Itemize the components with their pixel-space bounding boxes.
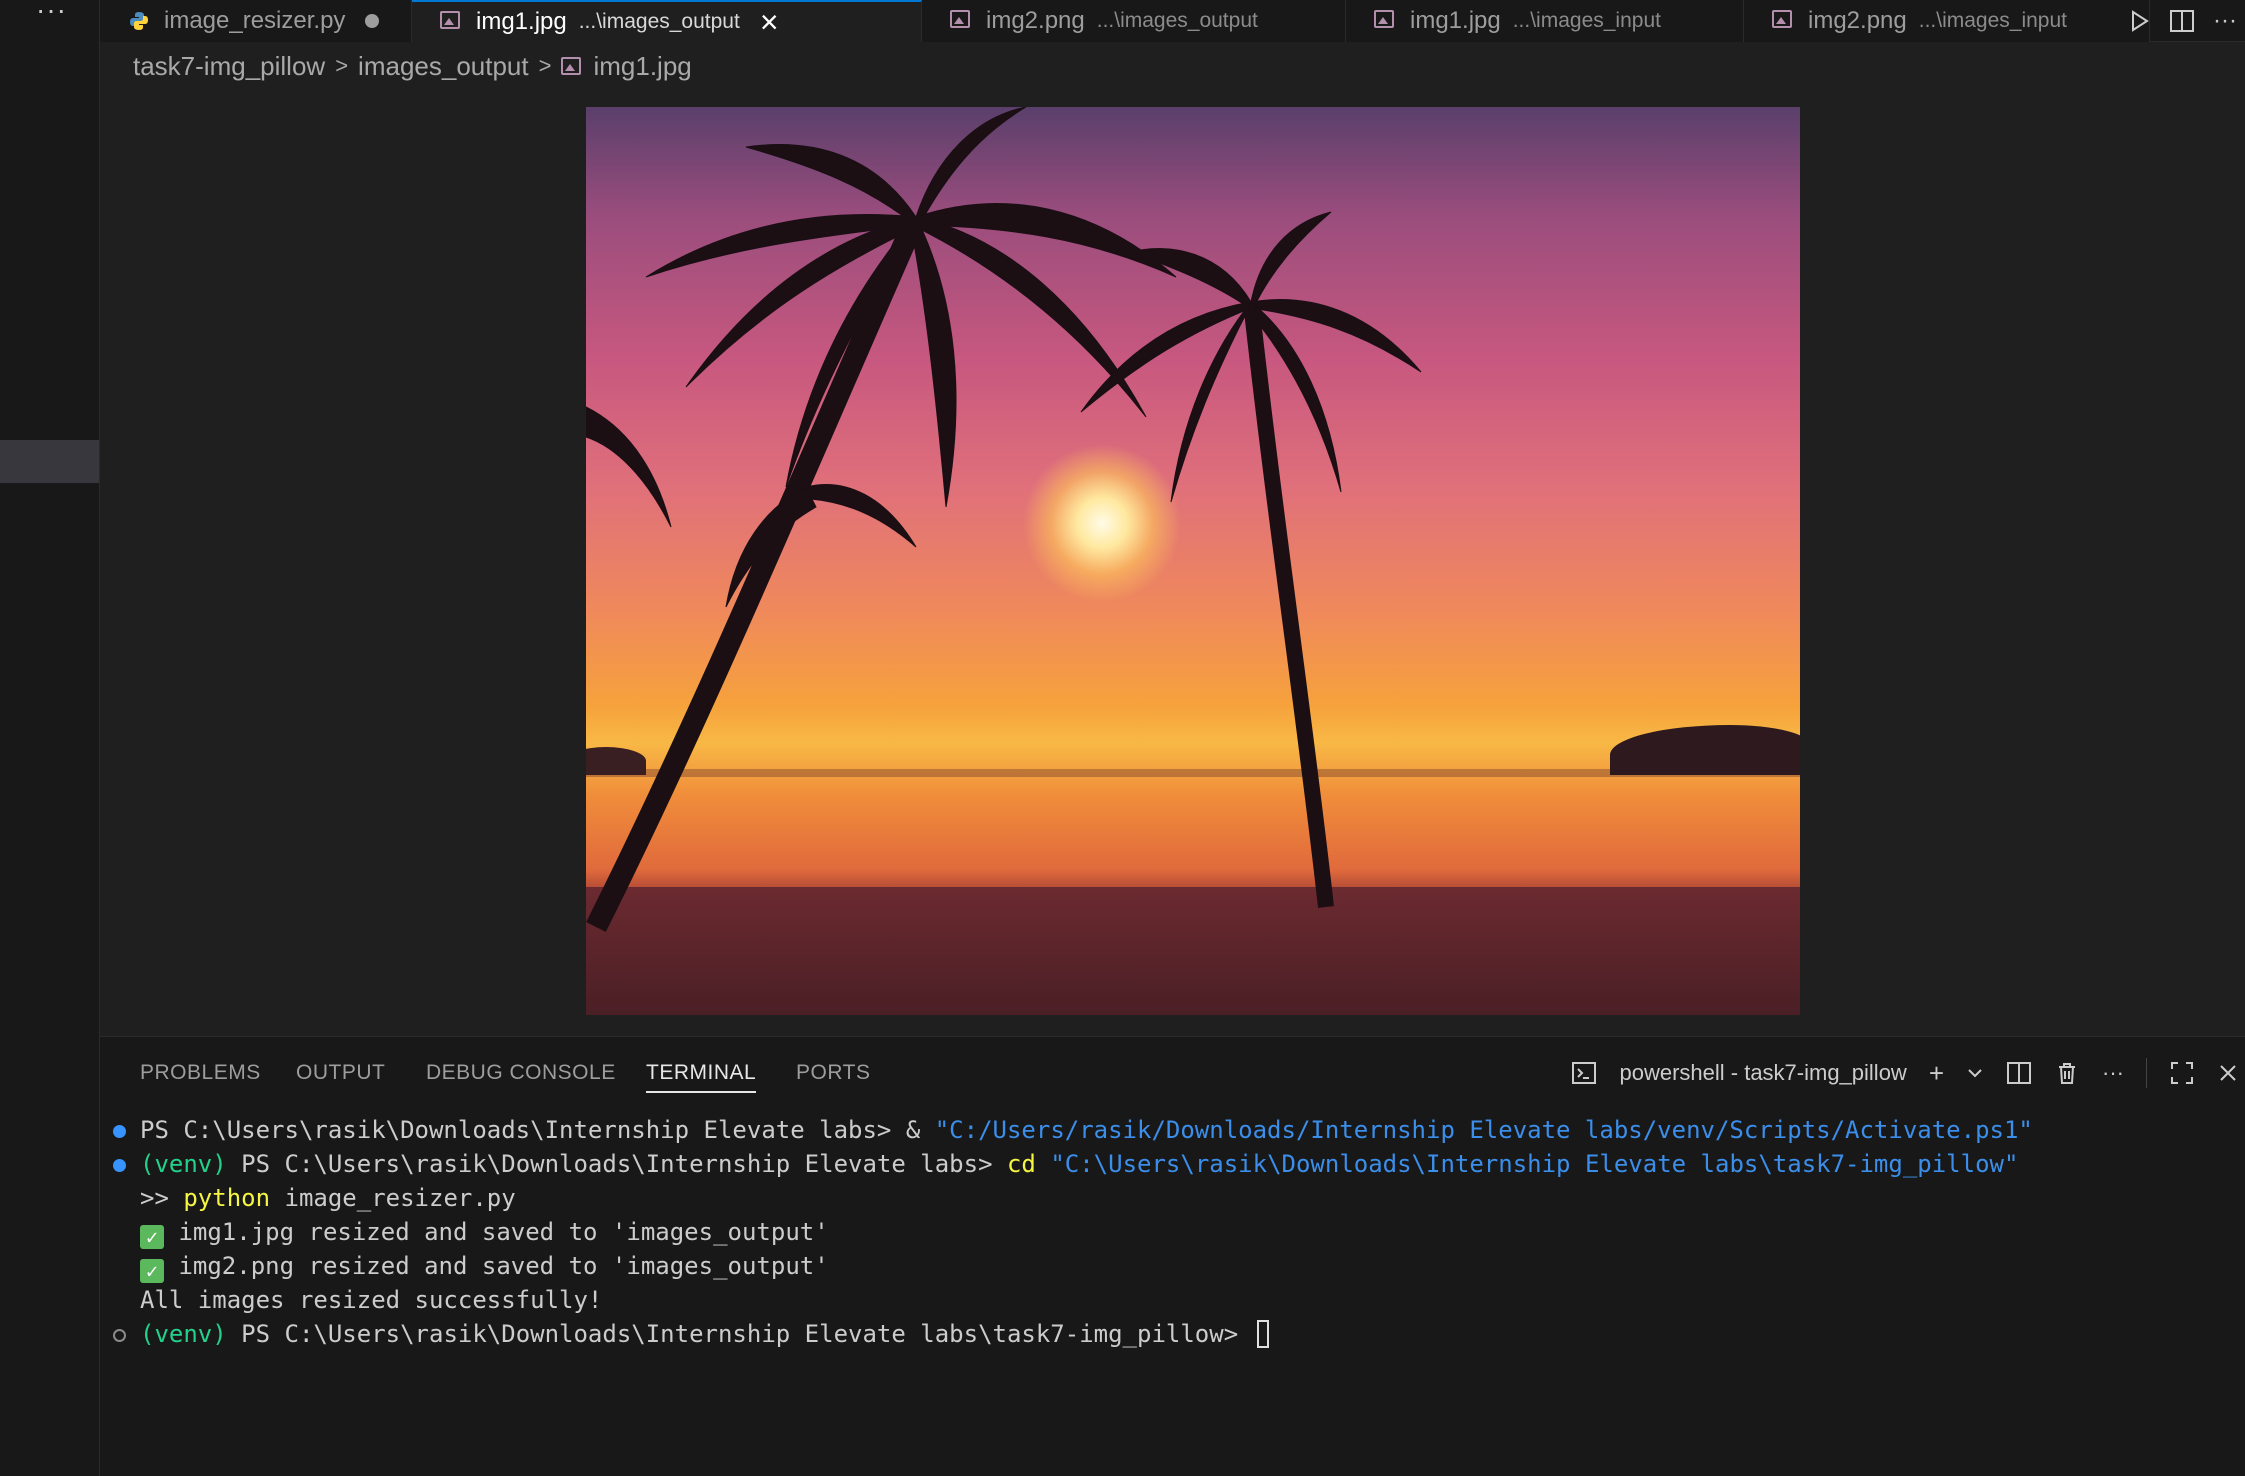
tab-description: ...\images_input <box>1918 9 2067 32</box>
more-icon[interactable]: ··· <box>2213 7 2237 35</box>
tab-description: ...\images_output <box>1096 9 1258 32</box>
more-icon[interactable]: ··· <box>36 0 67 26</box>
image-file-icon <box>1772 10 1792 28</box>
breadcrumb-root[interactable]: task7-img_pillow <box>133 51 325 82</box>
panel-actions: powershell - task7-img_pillow + ··· <box>1571 1051 2245 1095</box>
breadcrumb-folder[interactable]: images_output <box>358 51 529 82</box>
image-preview <box>586 107 1800 1015</box>
tab-label: img1.jpg <box>476 8 567 35</box>
tab-label: img2.png <box>1808 7 1907 34</box>
command-pending-dot-icon[interactable] <box>113 1329 126 1342</box>
terminal-selector[interactable]: powershell - task7-img_pillow <box>1619 1060 1906 1086</box>
more-icon[interactable]: ··· <box>2102 1060 2124 1086</box>
panel-tabs: PROBLEMS OUTPUT DEBUG CONSOLE TERMINAL P… <box>100 1037 1500 1111</box>
image-file-icon <box>561 57 582 75</box>
plus-icon[interactable]: + <box>1929 1058 1944 1089</box>
tab-description: ...\images_output <box>578 10 740 33</box>
tab-label: image_resizer.py <box>164 7 346 34</box>
chevron-down-icon[interactable] <box>1966 1064 1984 1082</box>
terminal-line: ✓ img2.png resized and saved to 'images_… <box>140 1249 829 1283</box>
maximize-icon[interactable] <box>2169 1060 2195 1086</box>
chevron-right-icon: > <box>335 53 349 78</box>
tab-image-resizer[interactable]: image_resizer.py <box>100 0 412 42</box>
editor-actions: ··· <box>2127 0 2245 42</box>
python-file-icon <box>130 12 148 30</box>
breadcrumb: task7-img_pillow > images_output > img1.… <box>133 48 692 84</box>
close-icon[interactable]: × <box>760 6 779 38</box>
command-success-dot-icon[interactable] <box>113 1159 126 1172</box>
bottom-panel: PROBLEMS OUTPUT DEBUG CONSOLE TERMINAL P… <box>100 1036 2245 1476</box>
check-mark-icon: ✓ <box>140 1259 164 1283</box>
tab-problems[interactable]: PROBLEMS <box>140 1061 261 1085</box>
terminal-line: All images resized successfully! <box>140 1286 603 1314</box>
terminal-prompt-line: (venv) PS C:\Users\rasik\Downloads\Inter… <box>140 1317 1269 1351</box>
terminal-line: ✓ img1.jpg resized and saved to 'images_… <box>140 1215 829 1249</box>
tab-label: img1.jpg <box>1410 7 1501 34</box>
terminal-line: >> python image_resizer.py <box>140 1184 516 1212</box>
chevron-right-icon: > <box>538 53 552 78</box>
unsaved-dot-icon[interactable] <box>365 14 380 28</box>
divider <box>2146 1058 2147 1088</box>
breadcrumb-file[interactable]: img1.jpg <box>593 51 691 82</box>
tab-img1-input[interactable]: img1.jpg ...\images_input <box>1346 0 1744 42</box>
tab-debug-console[interactable]: DEBUG CONSOLE <box>426 1061 616 1085</box>
close-icon[interactable] <box>2217 1062 2239 1084</box>
split-editor-icon[interactable] <box>2169 8 2195 34</box>
tab-description: ...\images_input <box>1512 9 1661 32</box>
activity-bar: ··· <box>0 0 100 1476</box>
activity-item-selected[interactable] <box>0 440 99 483</box>
run-icon[interactable] <box>2127 9 2151 33</box>
terminal-cursor <box>1256 1320 1269 1348</box>
editor-tabs: image_resizer.py img1.jpg ...\images_out… <box>100 0 2245 42</box>
image-file-icon <box>440 11 460 29</box>
trash-icon[interactable] <box>2054 1060 2080 1086</box>
split-terminal-icon[interactable] <box>2006 1060 2032 1086</box>
check-mark-icon: ✓ <box>140 1225 164 1249</box>
tab-img2-input[interactable]: img2.png ...\images_input <box>1744 0 2150 42</box>
tab-ports[interactable]: PORTS <box>796 1061 870 1085</box>
terminal-output[interactable]: PS C:\Users\rasik\Downloads\Internship E… <box>100 1113 2245 1473</box>
tab-output[interactable]: OUTPUT <box>296 1061 385 1085</box>
tab-img1-output[interactable]: img1.jpg ...\images_output × <box>412 0 922 42</box>
command-success-dot-icon[interactable] <box>113 1125 126 1138</box>
tab-img2-output[interactable]: img2.png ...\images_output <box>922 0 1346 42</box>
palm-trees-silhouette <box>586 107 1422 932</box>
tab-terminal[interactable]: TERMINAL <box>646 1061 757 1093</box>
image-file-icon <box>950 10 970 28</box>
terminal-line: (venv) PS C:\Users\rasik\Downloads\Inter… <box>140 1150 2019 1178</box>
tab-label: img2.png <box>986 7 1085 34</box>
image-file-icon <box>1374 10 1394 28</box>
terminal-icon <box>1572 1062 1597 1084</box>
terminal-line: PS C:\Users\rasik\Downloads\Internship E… <box>140 1116 2033 1144</box>
